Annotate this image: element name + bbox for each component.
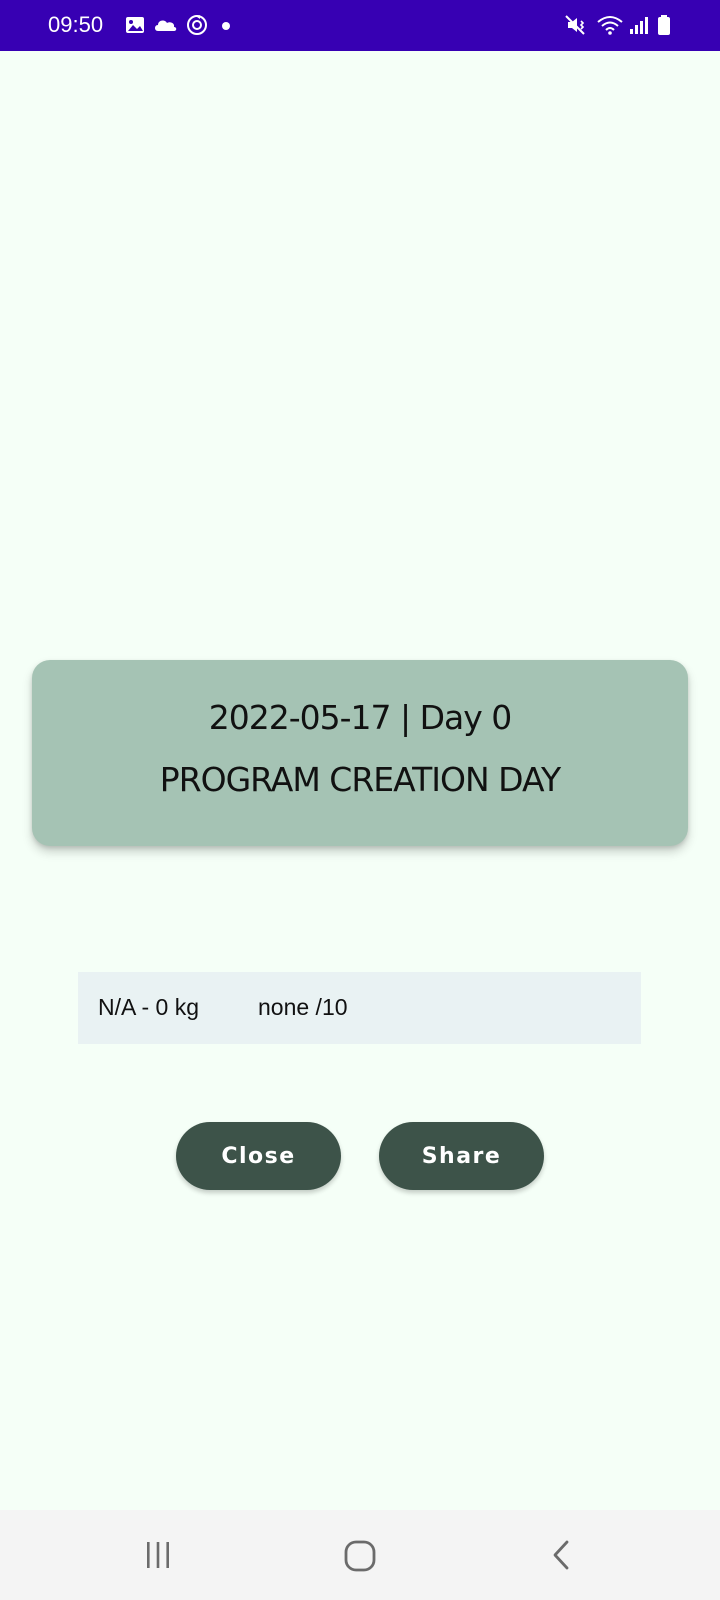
- weight-value: N/A - 0 kg: [98, 994, 199, 1020]
- vibrate-mute-icon: [565, 15, 585, 35]
- score-value: none /10: [258, 994, 348, 1020]
- wifi-icon: [597, 16, 623, 35]
- gallery-icon: [126, 17, 144, 33]
- recents-icon[interactable]: [136, 1534, 180, 1578]
- share-button[interactable]: Share: [379, 1122, 544, 1190]
- close-button[interactable]: Close: [176, 1122, 341, 1190]
- status-time: 09:50: [48, 12, 104, 37]
- back-icon[interactable]: [540, 1534, 584, 1578]
- home-icon[interactable]: [338, 1534, 382, 1578]
- status-bar: 09:50: [0, 0, 720, 51]
- sync-icon: [187, 15, 207, 35]
- battery-icon: [658, 15, 670, 35]
- day-title: PROGRAM CREATION DAY: [159, 760, 561, 799]
- result-row: N/A - 0 kg none /10: [78, 972, 641, 1044]
- navigation-bar: [0, 1510, 720, 1600]
- dot-icon: [222, 22, 230, 30]
- day-card: 2022-05-17 | Day 0 PROGRAM CREATION DAY: [32, 660, 688, 846]
- day-date-label: 2022-05-17 | Day 0: [208, 698, 513, 737]
- signal-icon: [630, 17, 648, 34]
- cloud-icon: [155, 20, 177, 31]
